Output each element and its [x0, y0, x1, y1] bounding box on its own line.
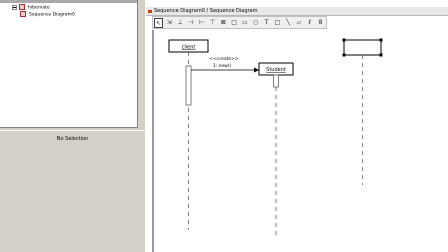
rounded-rectangle-icon[interactable]: ▭	[240, 18, 249, 28]
activation-client	[185, 65, 192, 106]
selection-handle[interactable]	[342, 38, 346, 42]
activation-student	[273, 74, 279, 88]
collapse-icon[interactable]	[12, 4, 17, 10]
navigator-pane: hibernate Sequence Diagram0 No Selection	[0, 0, 145, 252]
spline-icon[interactable]: ℓ	[305, 18, 314, 28]
stimulus-destroy-icon[interactable]: ⊠	[219, 18, 228, 28]
box-icon[interactable]: □	[273, 18, 282, 28]
diagram-window: Sequence Diagram0 / Sequence Diagram ↖ ⇲ ⊥…	[145, 0, 448, 252]
select-arrow-icon[interactable]: ↖	[154, 18, 163, 28]
message-label: 1: new()	[213, 63, 232, 69]
text-icon[interactable]: T	[262, 18, 271, 28]
sequence-diagram-icon	[20, 11, 26, 17]
diagram-canvas[interactable]: client <<create>> 1: new() Student	[152, 30, 448, 252]
selection-handle[interactable]	[342, 53, 346, 57]
stimulus-call-icon[interactable]: ⊣	[186, 18, 195, 28]
message-create[interactable]: <<create>> 1: new()	[191, 56, 259, 73]
object-student[interactable]: Student	[258, 62, 294, 76]
tree-node-root-label: hibernate	[28, 5, 50, 11]
object-client[interactable]: client	[168, 39, 209, 53]
stimulus-return-icon[interactable]: ⊤	[208, 18, 217, 28]
object-student-label: Student	[266, 67, 286, 73]
object-new[interactable]	[342, 38, 383, 57]
stimulus-create-icon[interactable]: ⊢	[197, 18, 206, 28]
ink-icon[interactable]: 8	[316, 18, 325, 28]
object-client-label: client	[182, 45, 196, 51]
diagram-title-bar: Sequence Diagram0 / Sequence Diagram	[146, 7, 448, 16]
tree-node-sequence-diagram-label: Sequence Diagram0	[29, 12, 75, 18]
object-icon[interactable]: ⊥	[176, 18, 185, 28]
tree-node-sequence-diagram[interactable]: Sequence Diagram0	[20, 11, 75, 19]
polygon-icon[interactable]: ▱	[294, 18, 303, 28]
sequence-diagram[interactable]: client <<create>> 1: new() Student	[154, 30, 448, 252]
ellipse-icon[interactable]: ○	[251, 18, 260, 28]
broom-icon[interactable]: ⇲	[165, 18, 174, 28]
line-icon[interactable]: ╲	[284, 18, 293, 28]
selection-handle[interactable]	[379, 38, 383, 42]
selection-handle[interactable]	[379, 53, 383, 57]
properties-pane: No Selection	[0, 130, 145, 252]
message-stereotype: <<create>>	[209, 56, 239, 62]
diagram-window-title: Sequence Diagram0 / Sequence Diagram	[154, 8, 258, 14]
model-icon	[19, 4, 25, 10]
rectangle-icon[interactable]: □	[230, 18, 239, 28]
navigator-tree[interactable]: hibernate Sequence Diagram0	[0, 0, 138, 128]
tree-header-strip	[0, 0, 137, 3]
diagram-toolbar: ↖ ⇲ ⊥ ⊣ ⊢ ⊤ ⊠ □ ▭ ○ T □ ╲ ▱ ℓ 8	[152, 16, 327, 29]
diagram-window-icon	[148, 10, 152, 13]
selection-status: No Selection	[56, 136, 89, 142]
